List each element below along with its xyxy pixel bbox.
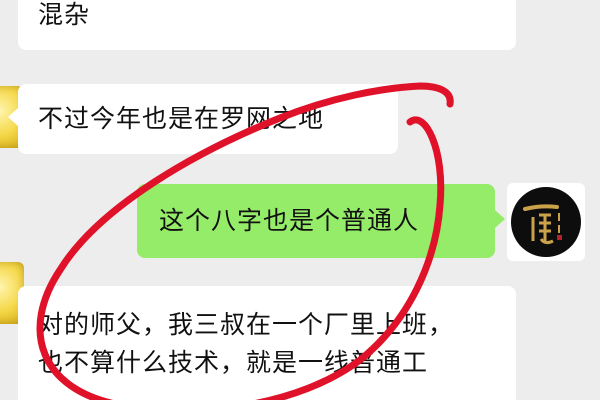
message-bubble-received[interactable]: 对的师父，我三叔在一个厂里上班， 也不算什么技术，就是一线普通工 <box>18 286 516 400</box>
message-text-line: 对的师父，我三叔在一个厂里上班， <box>38 310 455 339</box>
message-text-line: 也不算什么技术，就是一线普通工 <box>38 348 429 377</box>
bubble-tail <box>495 210 505 228</box>
message-text: 这个八字也是个普通人 <box>159 206 420 235</box>
logo-badge-icon <box>511 187 581 257</box>
message-bubble-received[interactable]: 混杂 <box>18 0 516 50</box>
message-text: 混杂 <box>38 0 91 29</box>
user-avatar[interactable] <box>507 183 585 261</box>
message-bubble-received[interactable]: 不过今年也是在罗网之地 <box>18 84 398 154</box>
calligraphy-logo-icon <box>523 204 562 245</box>
bubble-tail <box>8 108 18 126</box>
message-text: 不过今年也是在罗网之地 <box>38 104 325 133</box>
chat-window: 混杂 不过今年也是在罗网之地 这个八字也是个普通人 对的师父，我三叔在一个厂里上… <box>0 0 600 400</box>
message-bubble-sent[interactable]: 这个八字也是个普通人 <box>137 184 495 258</box>
